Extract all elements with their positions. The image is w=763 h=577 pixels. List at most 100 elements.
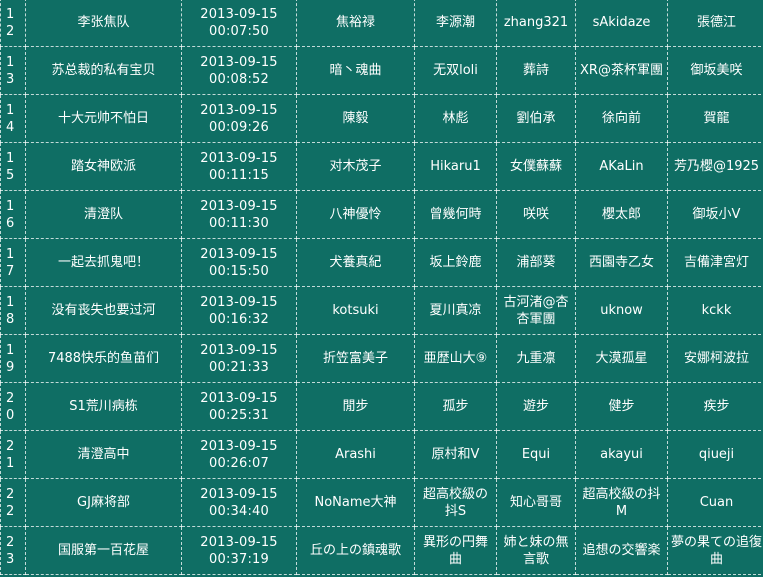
- finish-time-cell: 2013-09-15 00:37:19: [181, 526, 297, 575]
- member-2-cell: 異形の円舞曲: [414, 526, 497, 575]
- finish-clock: 00:11:15: [209, 167, 269, 183]
- finish-date: 2013-09-15: [200, 438, 278, 454]
- member-4-cell: sAkidaze: [575, 0, 668, 47]
- finish-clock: 00:07:50: [209, 23, 269, 39]
- table-row: 22 GJ麻将部 2013-09-15 00:34:40 NoName大神 超高校級の抖S…: [0, 478, 763, 527]
- member-2-cell: 原村和V: [414, 430, 497, 479]
- table-row: 19 7488快乐的鱼苗们 2013-09-15 00:21:33 折笠富美子 亜歴山大⑨…: [0, 334, 763, 383]
- finish-date: 2013-09-15: [200, 102, 278, 118]
- member-4-cell: 大漠孤星: [575, 334, 668, 383]
- finish-date: 2013-09-15: [200, 294, 278, 310]
- team-name-cell: 李张焦队: [25, 0, 182, 47]
- member-1-cell: 犬養真紀: [296, 238, 415, 287]
- finish-clock: 00:26:07: [209, 455, 269, 471]
- member-1-cell: 八神優怜: [296, 190, 415, 239]
- member-4-cell: 追想の交響楽: [575, 526, 668, 575]
- table-row: 16 清澄队 2013-09-15 00:11:30 八神優怜 曾幾何時 咲咲 櫻太郎 御坂小V: [0, 190, 763, 239]
- member-5-cell: Cuan: [667, 478, 763, 527]
- finish-time-cell: 2013-09-15 00:34:40: [181, 478, 297, 527]
- member-3-cell: 葬詩: [496, 46, 576, 95]
- member-2-cell: 李源潮: [414, 0, 497, 47]
- member-3-cell: 咲咲: [496, 190, 576, 239]
- finish-clock: 00:08:52: [209, 71, 269, 87]
- member-5-cell: 夢の果ての追復曲: [667, 526, 763, 575]
- member-4-cell: 健步: [575, 382, 668, 431]
- finish-time-cell: 2013-09-15 00:11:15: [181, 142, 297, 191]
- finish-date: 2013-09-15: [200, 150, 278, 166]
- member-2-cell: 亜歴山大⑨: [414, 334, 497, 383]
- finish-time-cell: 2013-09-15 00:26:07: [181, 430, 297, 479]
- team-name-cell: 7488快乐的鱼苗们: [25, 334, 182, 383]
- member-5-cell: kckk: [667, 286, 763, 335]
- finish-time-cell: 2013-09-15 00:11:30: [181, 190, 297, 239]
- finish-date: 2013-09-15: [200, 198, 278, 214]
- finish-time-cell: 2013-09-15 00:25:31: [181, 382, 297, 431]
- member-3-cell: 劉伯承: [496, 94, 576, 143]
- team-name-cell: S1荒川病栋: [25, 382, 182, 431]
- finish-clock: 00:11:30: [209, 215, 269, 231]
- member-4-cell: AKaLin: [575, 142, 668, 191]
- table-row: 17 一起去抓鬼吧！ 2013-09-15 00:15:50 犬養真紀 坂上鈴鹿 浦部葵 西園…: [0, 238, 763, 287]
- member-3-cell: Equi: [496, 430, 576, 479]
- rank-cell: 14: [0, 94, 26, 143]
- finish-date: 2013-09-15: [200, 342, 278, 358]
- rank-cell: 20: [0, 382, 26, 431]
- finish-time-cell: 2013-09-15 00:09:26: [181, 94, 297, 143]
- member-4-cell: 超高校級の抖M: [575, 478, 668, 527]
- member-3-cell: 遊步: [496, 382, 576, 431]
- member-2-cell: 超高校級の抖S: [414, 478, 497, 527]
- rank-cell: 22: [0, 478, 26, 527]
- table-row: 23 国服第一百花屋 2013-09-15 00:37:19 丘の上の鎮魂歌 異形の円舞曲…: [0, 526, 763, 575]
- team-name-cell: GJ麻将部: [25, 478, 182, 527]
- team-name-cell: 十大元帅不怕日: [25, 94, 182, 143]
- member-3-cell: 知心哥哥: [496, 478, 576, 527]
- member-3-cell: 浦部葵: [496, 238, 576, 287]
- rank-cell: 13: [0, 46, 26, 95]
- member-4-cell: 徐向前: [575, 94, 668, 143]
- member-5-cell: 吉備津宮灯: [667, 238, 763, 287]
- table-row: 12 李张焦队 2013-09-15 00:07:50 焦裕禄 李源潮 zhang321 sA…: [0, 0, 763, 47]
- finish-date: 2013-09-15: [200, 486, 278, 502]
- finish-clock: 00:37:19: [209, 551, 269, 567]
- rank-cell: 19: [0, 334, 26, 383]
- member-2-cell: 夏川真凉: [414, 286, 497, 335]
- table-row: 21 清澄高中 2013-09-15 00:26:07 Arashi 原村和V Equi ak…: [0, 430, 763, 479]
- member-3-cell: 古河渚@杏杏軍團: [496, 286, 576, 335]
- member-1-cell: 折笠富美子: [296, 334, 415, 383]
- finish-time-cell: 2013-09-15 00:07:50: [181, 0, 297, 47]
- table-row: 20 S1荒川病栋 2013-09-15 00:25:31 閒步 孤步 遊步 健步 疾步: [0, 382, 763, 431]
- member-2-cell: 曾幾何時: [414, 190, 497, 239]
- team-name-cell: 没有丧失也要过河: [25, 286, 182, 335]
- member-1-cell: 暗丶魂曲: [296, 46, 415, 95]
- member-4-cell: akayui: [575, 430, 668, 479]
- member-1-cell: 对木茂子: [296, 142, 415, 191]
- ranking-table-body: 12 李张焦队 2013-09-15 00:07:50 焦裕禄 李源潮 zhang321 sA…: [0, 0, 763, 575]
- member-1-cell: 丘の上の鎮魂歌: [296, 526, 415, 575]
- member-5-cell: 御坂小V: [667, 190, 763, 239]
- member-3-cell: 女僕蘇蘇: [496, 142, 576, 191]
- table-row: 18 没有丧失也要过河 2013-09-15 00:16:32 kotsuki 夏川真凉古…: [0, 286, 763, 335]
- finish-date: 2013-09-15: [200, 246, 278, 262]
- member-5-cell: 御坂美咲: [667, 46, 763, 95]
- member-1-cell: kotsuki: [296, 286, 415, 335]
- member-3-cell: 姉と妹の無言歌: [496, 526, 576, 575]
- finish-date: 2013-09-15: [200, 6, 278, 22]
- rank-cell: 21: [0, 430, 26, 479]
- rank-cell: 18: [0, 286, 26, 335]
- member-4-cell: 西園寺乙女: [575, 238, 668, 287]
- member-4-cell: 櫻太郎: [575, 190, 668, 239]
- rank-cell: 16: [0, 190, 26, 239]
- finish-clock: 00:15:50: [209, 263, 269, 279]
- finish-time-cell: 2013-09-15 00:16:32: [181, 286, 297, 335]
- member-5-cell: 賀龍: [667, 94, 763, 143]
- team-name-cell: 清澄队: [25, 190, 182, 239]
- member-1-cell: Arashi: [296, 430, 415, 479]
- table-row: 15 踏女神欧派 2013-09-15 00:11:15 对木茂子 Hikaru1 女僕蘇蘇…: [0, 142, 763, 191]
- member-2-cell: Hikaru1: [414, 142, 497, 191]
- member-4-cell: uknow: [575, 286, 668, 335]
- member-5-cell: 安娜柯波拉: [667, 334, 763, 383]
- ranking-table: 12 李张焦队 2013-09-15 00:07:50 焦裕禄 李源潮 zhang321 sA…: [0, 0, 763, 575]
- member-5-cell: 張德江: [667, 0, 763, 47]
- member-1-cell: NoName大神: [296, 478, 415, 527]
- finish-clock: 00:34:40: [209, 503, 269, 519]
